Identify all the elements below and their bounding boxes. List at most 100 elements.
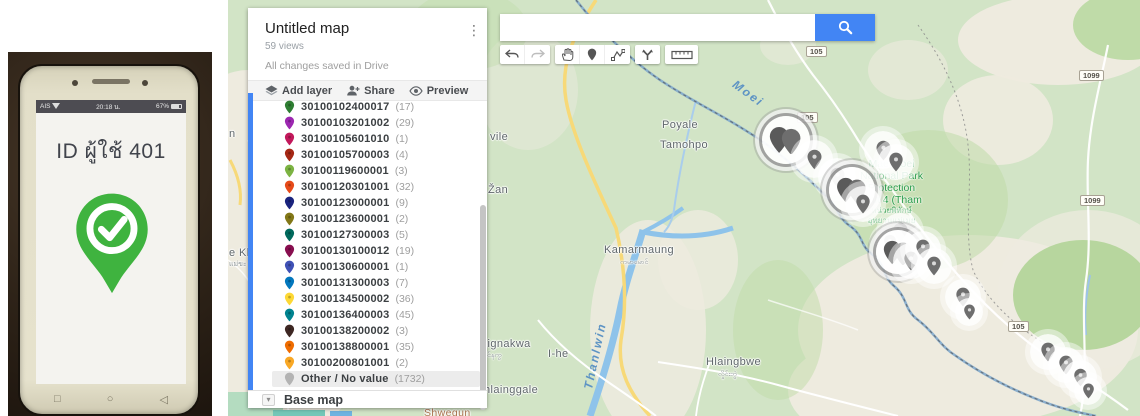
layer-pin-icon [284,148,295,162]
map-place-label: Hlaingbwe [706,356,761,368]
layer-code: 30100123600001 [301,213,390,225]
layer-code: 30100123000001 [301,197,390,209]
phone-camera-dot [72,80,78,86]
layer-row[interactable]: 30100136400003 (45) [272,307,480,323]
phone-sensor-dot [142,80,148,86]
road-number-badge: 105 [1008,321,1029,332]
mymaps-panel: Untitled map ⋮ 59 views All changes save… [248,8,487,410]
expand-caret-icon[interactable]: ▾ [262,393,275,406]
redo-button[interactable] [525,45,550,64]
undo-button[interactable] [500,45,525,64]
layer-count: (17) [395,101,415,113]
add-layer-button[interactable]: Add layer [265,85,332,97]
layer-pin-icon [284,180,295,194]
draw-line-button[interactable] [605,45,630,64]
layer-row[interactable]: 30100138800001 (35) [272,339,480,355]
carrier-label: AIS [40,103,51,110]
preview-label: Preview [426,84,469,97]
layer-code: 30100136400003 [301,309,390,321]
pan-hand-button[interactable] [555,45,580,64]
ruler-icon [670,50,693,59]
phone-screen: AIS 20:18 น. 67% ID ผู้ใช้ 401 [36,100,186,384]
status-time: 20:18 น. [96,103,121,111]
layer-row[interactable]: 30100123600001 (2) [272,211,480,227]
hand-icon [561,48,573,61]
search-icon [838,20,852,35]
nav-home-icon[interactable]: ○ [107,393,114,406]
save-status: All changes saved in Drive [265,60,389,72]
nav-back-icon[interactable]: ◁ [160,393,168,406]
marker-cluster[interactable] [916,248,952,284]
battery-percent: 67% [155,103,169,110]
layer-pin-icon [284,292,295,306]
layer-row[interactable]: 30100123000001 (9) [272,195,480,211]
layer-count: (5) [395,229,409,241]
layer-code: 30100105601010 [301,133,390,145]
marker-cluster[interactable] [878,144,914,180]
marker-cluster[interactable] [1074,377,1102,405]
kebab-menu-icon[interactable]: ⋮ [467,22,481,39]
marker-pin-icon [587,48,597,61]
layer-code: 30100130100012 [301,245,390,257]
layer-code: 30100119600001 [301,165,389,177]
layers-icon [265,85,278,95]
layer-count: (2) [395,213,409,225]
layer-pin-icon [284,228,295,242]
layer-row[interactable]: 30100105700003 (4) [272,147,480,163]
layer-row[interactable]: 30100102400017 (17) [272,99,480,115]
layer-code: Other / No value [301,373,389,385]
preview-button[interactable]: Preview [409,84,469,97]
layer-code: 30100102400017 [301,101,390,113]
panel-toolbar: Add layer Share Preview [248,80,487,101]
layer-row[interactable]: 30100120301001 (32) [272,179,480,195]
map-place-label: vile [490,131,509,143]
marker-cluster[interactable] [845,186,881,222]
map-title[interactable]: Untitled map [265,20,349,37]
layer-code: 30100103201002 [301,117,390,129]
layer-row[interactable]: 30100134500002 (36) [272,291,480,307]
layer-pin-icon [284,340,295,354]
layer-code: 30100130600001 [301,261,390,273]
add-marker-button[interactable] [580,45,605,64]
nav-recents-icon[interactable]: □ [54,393,61,406]
layer-row-other[interactable]: Other / No value (1732) [272,371,480,387]
cluster-pin-icon [927,256,941,276]
app-user-id-title: ID ผู้ใช้ 401 [56,140,166,163]
map-toolbar [500,45,698,64]
layer-row[interactable]: 30100119600001 (3) [272,163,480,179]
panel-scrollbar[interactable] [480,205,486,410]
directions-icon [642,49,653,60]
layer-count: (19) [395,245,415,257]
layer-count: (36) [395,293,415,305]
layer-pin-icon [284,260,295,274]
cluster-pin-icon [1082,383,1094,399]
measure-button[interactable] [665,45,698,64]
share-button[interactable]: Share [346,85,395,97]
map-place-label: Tamohpo [660,139,709,151]
layer-pin-icon [284,324,295,338]
add-directions-button[interactable] [635,45,660,64]
layer-row[interactable]: 30100131300003 (7) [272,275,480,291]
base-map-row[interactable]: ▾ Base map [248,390,487,408]
layer-row[interactable]: 30100130100012 (19) [272,243,480,259]
search-button[interactable] [815,14,875,41]
phone-nav-bar: □ ○ ◁ [36,393,186,406]
river-sliver-blue [330,411,352,416]
undo-icon [505,49,519,58]
layer-row[interactable]: 30100200801001 (2) [272,355,480,371]
layer-row[interactable]: 30100105601010 (1) [272,131,480,147]
search-input[interactable] [500,14,815,41]
views-count: 59 views [265,41,304,52]
layer-row[interactable]: 30100130600001 (1) [272,259,480,275]
layer-count: (3) [394,165,408,177]
phone-speaker [92,79,130,84]
layer-code: 30100120301001 [301,181,390,193]
layer-row[interactable]: 30100127300003 (5) [272,227,480,243]
layer-row[interactable]: 30100103201002 (29) [272,115,480,131]
river-sliver-teal [273,410,325,416]
layer-code: 30100138800001 [301,341,390,353]
layer-row[interactable]: 30100138200002 (3) [272,323,480,339]
cluster-pin-icon [889,152,903,172]
marker-cluster[interactable] [955,298,983,326]
road-number-badge: 1099 [1080,195,1105,206]
